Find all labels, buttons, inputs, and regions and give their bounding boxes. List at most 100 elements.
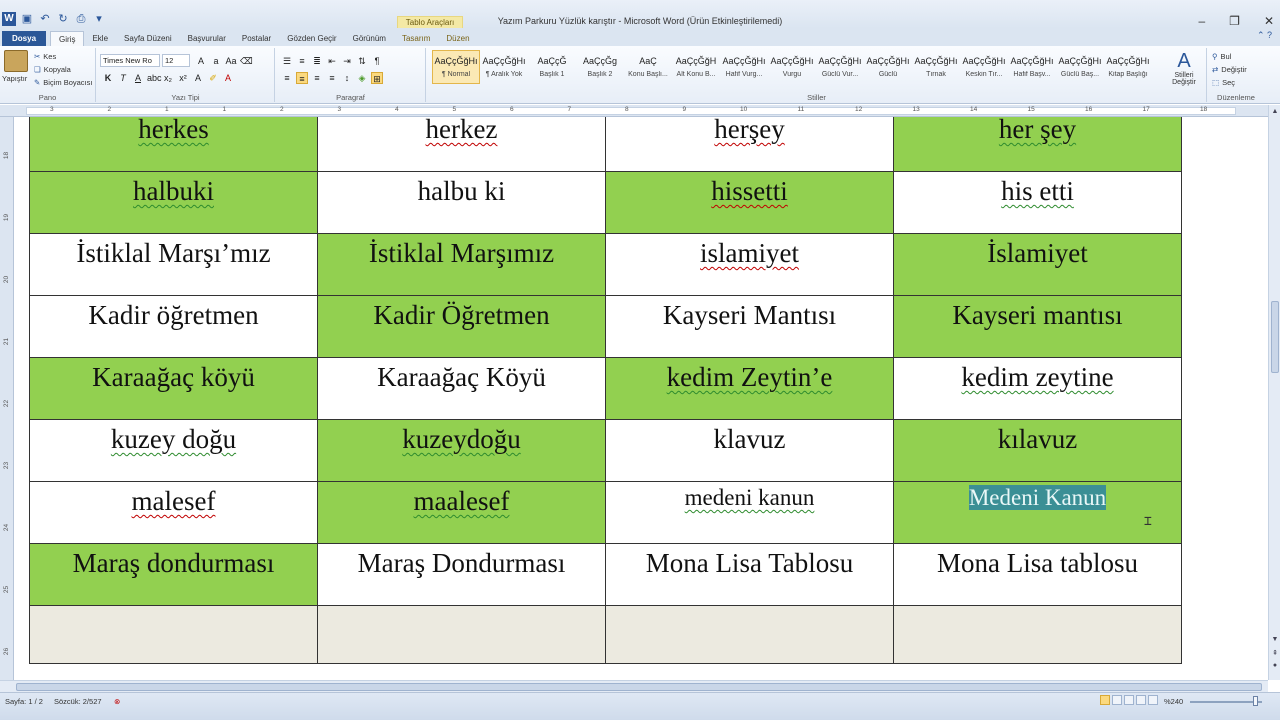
table-cell[interactable]: Medeni Kanun — [893, 481, 1182, 544]
zoom-slider[interactable] — [1190, 701, 1262, 703]
table-cell[interactable]: kedim Zeytin’e — [605, 357, 894, 420]
table-cell[interactable]: Maraş dondurması — [29, 543, 318, 606]
tab-page-layout[interactable]: Sayfa Düzeni — [116, 31, 180, 46]
subscript-icon[interactable]: x₂ — [162, 72, 174, 84]
paste-button[interactable]: Yapıştır — [2, 74, 27, 83]
cut-button[interactable]: ✂ Kes — [34, 52, 56, 61]
table-cell[interactable]: Mona Lisa Tablosu — [605, 543, 894, 606]
find-button[interactable]: ⚲ Bul — [1212, 52, 1231, 61]
table-cell[interactable]: herşey — [605, 117, 894, 172]
justify-icon[interactable]: ≡ — [326, 72, 338, 84]
style-gallery-item[interactable]: AaÇçĞğHı ¶ Normal — [432, 50, 480, 84]
browse-object-icon[interactable]: ● — [1270, 661, 1280, 671]
draft-icon[interactable] — [1148, 695, 1158, 705]
multilevel-icon[interactable]: ≣ — [311, 55, 323, 67]
font-color-icon[interactable]: A — [222, 72, 234, 84]
table-cell[interactable]: halbu ki — [317, 171, 606, 234]
align-right-icon[interactable]: ≡ — [311, 72, 323, 84]
table-cell[interactable]: Karaağaç köyü — [29, 357, 318, 420]
table-cell[interactable]: kılavuz — [893, 419, 1182, 482]
table-cell[interactable]: klavuz — [605, 419, 894, 482]
style-gallery-item[interactable]: AaÇçĞ Başlık 1 — [528, 50, 576, 84]
grow-font-icon[interactable]: A — [195, 55, 207, 67]
outline-icon[interactable] — [1136, 695, 1146, 705]
increase-indent-icon[interactable]: ⇥ — [341, 55, 353, 67]
shading-icon[interactable]: ◈ — [356, 72, 368, 84]
table-cell[interactable]: maalesef — [317, 481, 606, 544]
tab-view[interactable]: Görünüm — [345, 31, 394, 46]
style-gallery-item[interactable]: AaÇçĞğHı Kitap Başlığı — [1104, 50, 1152, 84]
table-cell[interactable]: Kadir öğretmen — [29, 295, 318, 358]
numbering-icon[interactable]: ≡ — [296, 55, 308, 67]
scroll-up-icon[interactable]: ▲ — [1270, 107, 1280, 117]
table-cell[interactable]: medeni kanun — [605, 481, 894, 544]
style-gallery-item[interactable]: AaÇçĞg Başlık 2 — [576, 50, 624, 84]
maximize-icon[interactable]: ❐ — [1229, 14, 1240, 28]
style-gallery-item[interactable]: AaÇçĞğHı Vurgu — [768, 50, 816, 84]
table-cell[interactable]: kedim zeytine — [893, 357, 1182, 420]
table-cell[interactable]: Kayseri mantısı — [893, 295, 1182, 358]
text-effects-icon[interactable]: A — [192, 72, 204, 84]
table-cell[interactable] — [893, 605, 1182, 664]
table-cell[interactable]: herkes — [29, 117, 318, 172]
bullets-icon[interactable]: ☰ — [281, 55, 293, 67]
vertical-scrollbar[interactable]: ▲ ▼ ⇞ ● — [1268, 105, 1280, 680]
align-left-icon[interactable]: ≡ — [281, 72, 293, 84]
highlight-icon[interactable]: ✐ — [207, 72, 219, 84]
proofing-icon[interactable]: ⊗ — [114, 697, 120, 706]
format-painter-button[interactable]: ✎ Biçim Boyacısı — [34, 78, 92, 87]
minimize-icon[interactable]: – — [1198, 14, 1205, 28]
table-cell[interactable]: Karaağaç Köyü — [317, 357, 606, 420]
tab-references[interactable]: Başvurular — [180, 31, 234, 46]
font-size-box[interactable]: 12 — [162, 54, 190, 67]
table-cell[interactable] — [29, 605, 318, 664]
table-cell[interactable]: herkez — [317, 117, 606, 172]
table-cell[interactable]: her şey — [893, 117, 1182, 172]
table-cell[interactable]: hissetti — [605, 171, 894, 234]
select-button[interactable]: ⬚ Seç — [1212, 78, 1235, 87]
document-area[interactable]: herkes herkez herşey her şey halbuki hal… — [14, 117, 1268, 680]
vertical-ruler[interactable]: 18 19 20 21 22 23 24 25 26 — [0, 117, 14, 680]
tab-review[interactable]: Gözden Geçir — [279, 31, 344, 46]
font-name-box[interactable]: Times New Ro — [100, 54, 160, 67]
tab-file[interactable]: Dosya — [2, 31, 47, 46]
superscript-icon[interactable]: x² — [177, 72, 189, 84]
strikethrough-icon[interactable]: abc — [147, 72, 162, 84]
vertical-scroll-thumb[interactable] — [1271, 301, 1279, 373]
table-cell[interactable]: islamiyet — [605, 233, 894, 296]
zoom-slider-knob[interactable] — [1253, 696, 1258, 706]
web-layout-icon[interactable] — [1124, 695, 1134, 705]
bold-icon[interactable]: K — [102, 72, 114, 84]
table-cell[interactable]: Kadir Öğretmen — [317, 295, 606, 358]
clear-format-icon[interactable]: ⌫ — [240, 55, 253, 67]
table-cell[interactable]: halbuki — [29, 171, 318, 234]
replace-button[interactable]: ⇄ Değiştir — [1212, 65, 1247, 74]
change-styles-button[interactable]: A Stilleri Değiştir — [1164, 50, 1204, 86]
scroll-down-icon[interactable]: ▼ — [1270, 635, 1280, 645]
horizontal-ruler[interactable]: 3 2 1 1 2 3 4 5 6 7 8 9 10 11 12 13 14 15 16 17 18 — [0, 105, 1280, 117]
change-case-icon[interactable]: Aa — [225, 55, 237, 67]
table-cell[interactable]: İstiklal Marşı’mız — [29, 233, 318, 296]
table-cell[interactable]: İslamiyet — [893, 233, 1182, 296]
style-gallery-item[interactable]: AaÇçĞğHı ¶ Aralık Yok — [480, 50, 528, 84]
decrease-indent-icon[interactable]: ⇤ — [326, 55, 338, 67]
style-gallery-item[interactable]: AaÇçĞğHı Hafif Başv... — [1008, 50, 1056, 84]
help-icon[interactable]: ⌃ ? — [1257, 30, 1272, 41]
table-cell[interactable]: malesef — [29, 481, 318, 544]
tab-home[interactable]: Giriş — [50, 31, 85, 46]
tab-layout[interactable]: Düzen — [438, 31, 477, 46]
style-gallery-item[interactable]: AaÇçĞğHı Keskin Tır... — [960, 50, 1008, 84]
pilcrow-icon[interactable]: ¶ — [371, 55, 383, 67]
close-icon[interactable]: ✕ — [1264, 14, 1274, 28]
shrink-font-icon[interactable]: a — [210, 55, 222, 67]
table-cell[interactable]: kuzey doğu — [29, 419, 318, 482]
line-spacing-icon[interactable]: ↕ — [341, 72, 353, 84]
table-cell[interactable]: Mona Lisa tablosu — [893, 543, 1182, 606]
table-cell[interactable]: Kayseri Mantısı — [605, 295, 894, 358]
table-cell[interactable]: İstiklal Marşımız — [317, 233, 606, 296]
previous-page-icon[interactable]: ⇞ — [1270, 649, 1280, 659]
tab-insert[interactable]: Ekle — [84, 31, 116, 46]
print-layout-icon[interactable] — [1100, 695, 1110, 705]
italic-icon[interactable]: T — [117, 72, 129, 84]
borders-icon[interactable]: ⊞ — [371, 72, 383, 84]
